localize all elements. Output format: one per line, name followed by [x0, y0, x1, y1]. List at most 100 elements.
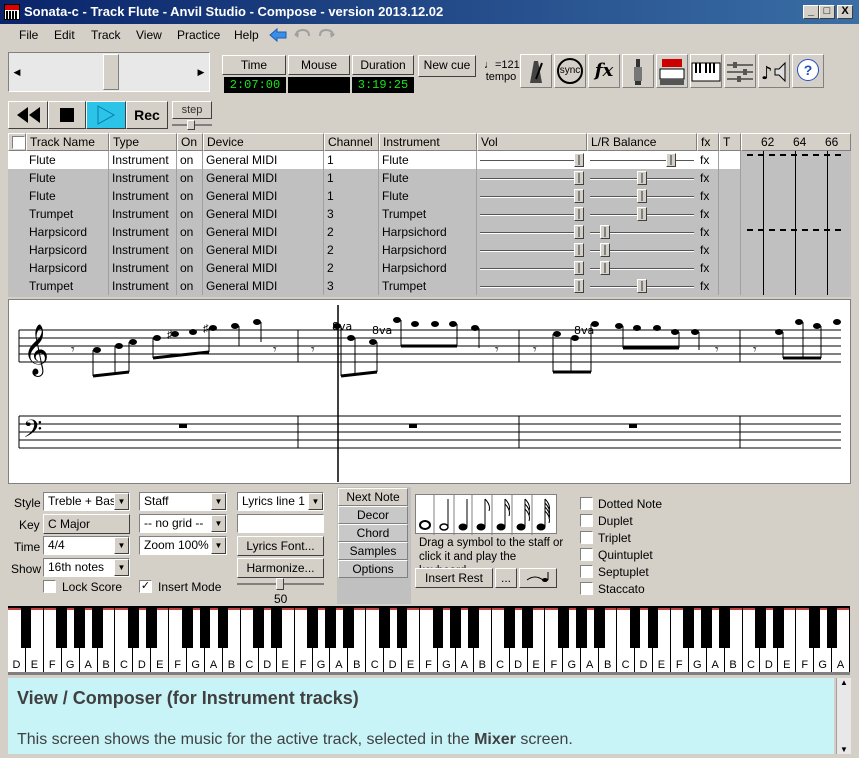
track-fx-button[interactable]: fx	[697, 187, 719, 205]
black-key[interactable]	[575, 608, 587, 648]
note-option-checkbox[interactable]	[580, 531, 593, 544]
track-device[interactable]: General MIDI	[203, 205, 324, 223]
track-fx-button[interactable]: fx	[697, 205, 719, 223]
volume-slider[interactable]	[480, 160, 584, 162]
track-type[interactable]: Instrument	[109, 205, 177, 223]
track-type[interactable]: Instrument	[109, 259, 177, 277]
track-timeline[interactable]	[741, 205, 851, 223]
stop-button[interactable]	[48, 101, 86, 129]
note-option-checkbox[interactable]	[580, 565, 593, 578]
volume-slider[interactable]	[480, 268, 584, 270]
select-all-header[interactable]	[8, 133, 26, 151]
track-type[interactable]: Instrument	[109, 151, 177, 169]
staff-select[interactable]: Staff ▼	[139, 492, 227, 511]
black-key[interactable]	[719, 608, 730, 648]
duration-button[interactable]: Duration	[352, 55, 414, 75]
track-name[interactable]: Harpsicord	[26, 241, 109, 259]
black-key[interactable]	[504, 608, 515, 648]
track-t-cell[interactable]	[719, 241, 741, 259]
track-name[interactable]: Trumpet	[26, 277, 109, 295]
track-on[interactable]: on	[177, 169, 203, 187]
track-on[interactable]: on	[177, 187, 203, 205]
piano-keyboard[interactable]: DEFGABCDEFGABCDEFGABCDEFGABCDEFGABCDEFGA…	[8, 606, 850, 674]
volume-knob[interactable]	[573, 171, 584, 185]
balance-knob[interactable]	[637, 189, 647, 203]
volume-knob[interactable]	[573, 243, 584, 257]
black-key[interactable]	[271, 608, 283, 648]
track-t-cell[interactable]	[719, 151, 741, 169]
tab-options[interactable]: Options	[338, 560, 408, 578]
music-staff[interactable]: 𝄞 𝄢 8va 8va 8va 𝄾 ♯ ♯ 𝄾 𝄾 𝄾 𝄾 𝄾 𝄾	[9, 300, 852, 485]
black-key[interactable]	[593, 608, 605, 648]
track-channel[interactable]: 1	[324, 151, 379, 169]
harmonize-button[interactable]: Harmonize...	[237, 558, 324, 578]
black-key[interactable]	[755, 608, 766, 648]
help-mixer-link[interactable]: Mixer	[474, 731, 516, 748]
track-t-cell[interactable]	[719, 259, 741, 277]
note-option[interactable]: Septuplet	[580, 564, 700, 580]
grid-select[interactable]: -- no grid -- ▼	[139, 514, 227, 533]
track-on[interactable]: on	[177, 259, 203, 277]
help-icon[interactable]: ?	[792, 54, 824, 88]
track-instrument[interactable]: Harpsichord	[379, 241, 477, 259]
black-key[interactable]	[92, 608, 103, 648]
volume-slider[interactable]	[480, 214, 584, 216]
black-key[interactable]	[56, 608, 68, 648]
note-option-checkbox[interactable]	[580, 548, 593, 561]
balance-knob[interactable]	[599, 261, 610, 275]
note-option[interactable]: Duplet	[580, 513, 700, 529]
black-key[interactable]	[145, 608, 157, 648]
black-key[interactable]	[253, 608, 265, 648]
black-key[interactable]	[701, 608, 713, 648]
track-type[interactable]: Instrument	[109, 223, 177, 241]
track-timeline[interactable]	[741, 151, 851, 169]
black-key[interactable]	[808, 608, 820, 648]
black-key[interactable]	[343, 608, 354, 648]
tempo-control[interactable]: ♩=121 tempo	[484, 55, 520, 89]
track-on[interactable]: on	[177, 223, 203, 241]
black-key[interactable]	[522, 608, 533, 648]
volume-slider[interactable]	[480, 178, 584, 180]
menu-practice[interactable]: Practice	[177, 28, 220, 42]
track-type[interactable]: Instrument	[109, 241, 177, 259]
header-t[interactable]: T	[719, 133, 741, 151]
menu-help[interactable]: Help	[234, 28, 259, 42]
black-key[interactable]	[396, 608, 408, 648]
note-option[interactable]: Staccato	[580, 581, 700, 597]
volume-slider[interactable]	[480, 232, 584, 234]
volume-knob[interactable]	[573, 207, 584, 221]
tie-note-button[interactable]	[519, 568, 557, 588]
track-row[interactable]: Trumpet Instrument on General MIDI 3 Trumpet f…	[8, 205, 851, 223]
volume-slider[interactable]	[480, 250, 584, 252]
tab-samples[interactable]: Samples	[338, 542, 408, 560]
track-instrument[interactable]: Trumpet	[379, 205, 477, 223]
track-timeline[interactable]	[741, 187, 851, 205]
track-timeline[interactable]	[741, 223, 851, 241]
track-on[interactable]: on	[177, 151, 203, 169]
volume-knob[interactable]	[573, 279, 584, 293]
menu-track[interactable]: Track	[91, 28, 121, 42]
track-channel[interactable]: 3	[324, 205, 379, 223]
note-option[interactable]: Triplet	[580, 530, 700, 546]
synthesizer-icon[interactable]	[656, 54, 688, 88]
track-channel[interactable]: 2	[324, 241, 379, 259]
volume-slider[interactable]	[480, 196, 584, 198]
step-button[interactable]: step	[172, 101, 212, 119]
track-timeline[interactable]	[741, 259, 851, 277]
track-t-cell[interactable]	[719, 205, 741, 223]
volume-slider[interactable]	[480, 286, 584, 288]
track-instrument[interactable]: Harpsichord	[379, 223, 477, 241]
black-key[interactable]	[307, 608, 318, 648]
track-name[interactable]: Harpsicord	[26, 223, 109, 241]
balance-knob[interactable]	[637, 279, 647, 293]
track-instrument[interactable]: Flute	[379, 169, 477, 187]
track-timeline[interactable]	[741, 169, 851, 187]
play-button[interactable]	[86, 101, 126, 129]
score-view[interactable]: 𝄞 𝄢 8va 8va 8va 𝄾 ♯ ♯ 𝄾 𝄾 𝄾 𝄾 𝄾 𝄾	[8, 299, 851, 484]
balance-knob[interactable]	[637, 171, 647, 185]
record-button[interactable]: Rec	[126, 101, 168, 129]
track-on[interactable]: on	[177, 241, 203, 259]
tab-next-note[interactable]: Next Note	[338, 488, 408, 506]
ellipsis-button[interactable]: ...	[495, 568, 517, 588]
track-name[interactable]: Flute	[26, 187, 109, 205]
